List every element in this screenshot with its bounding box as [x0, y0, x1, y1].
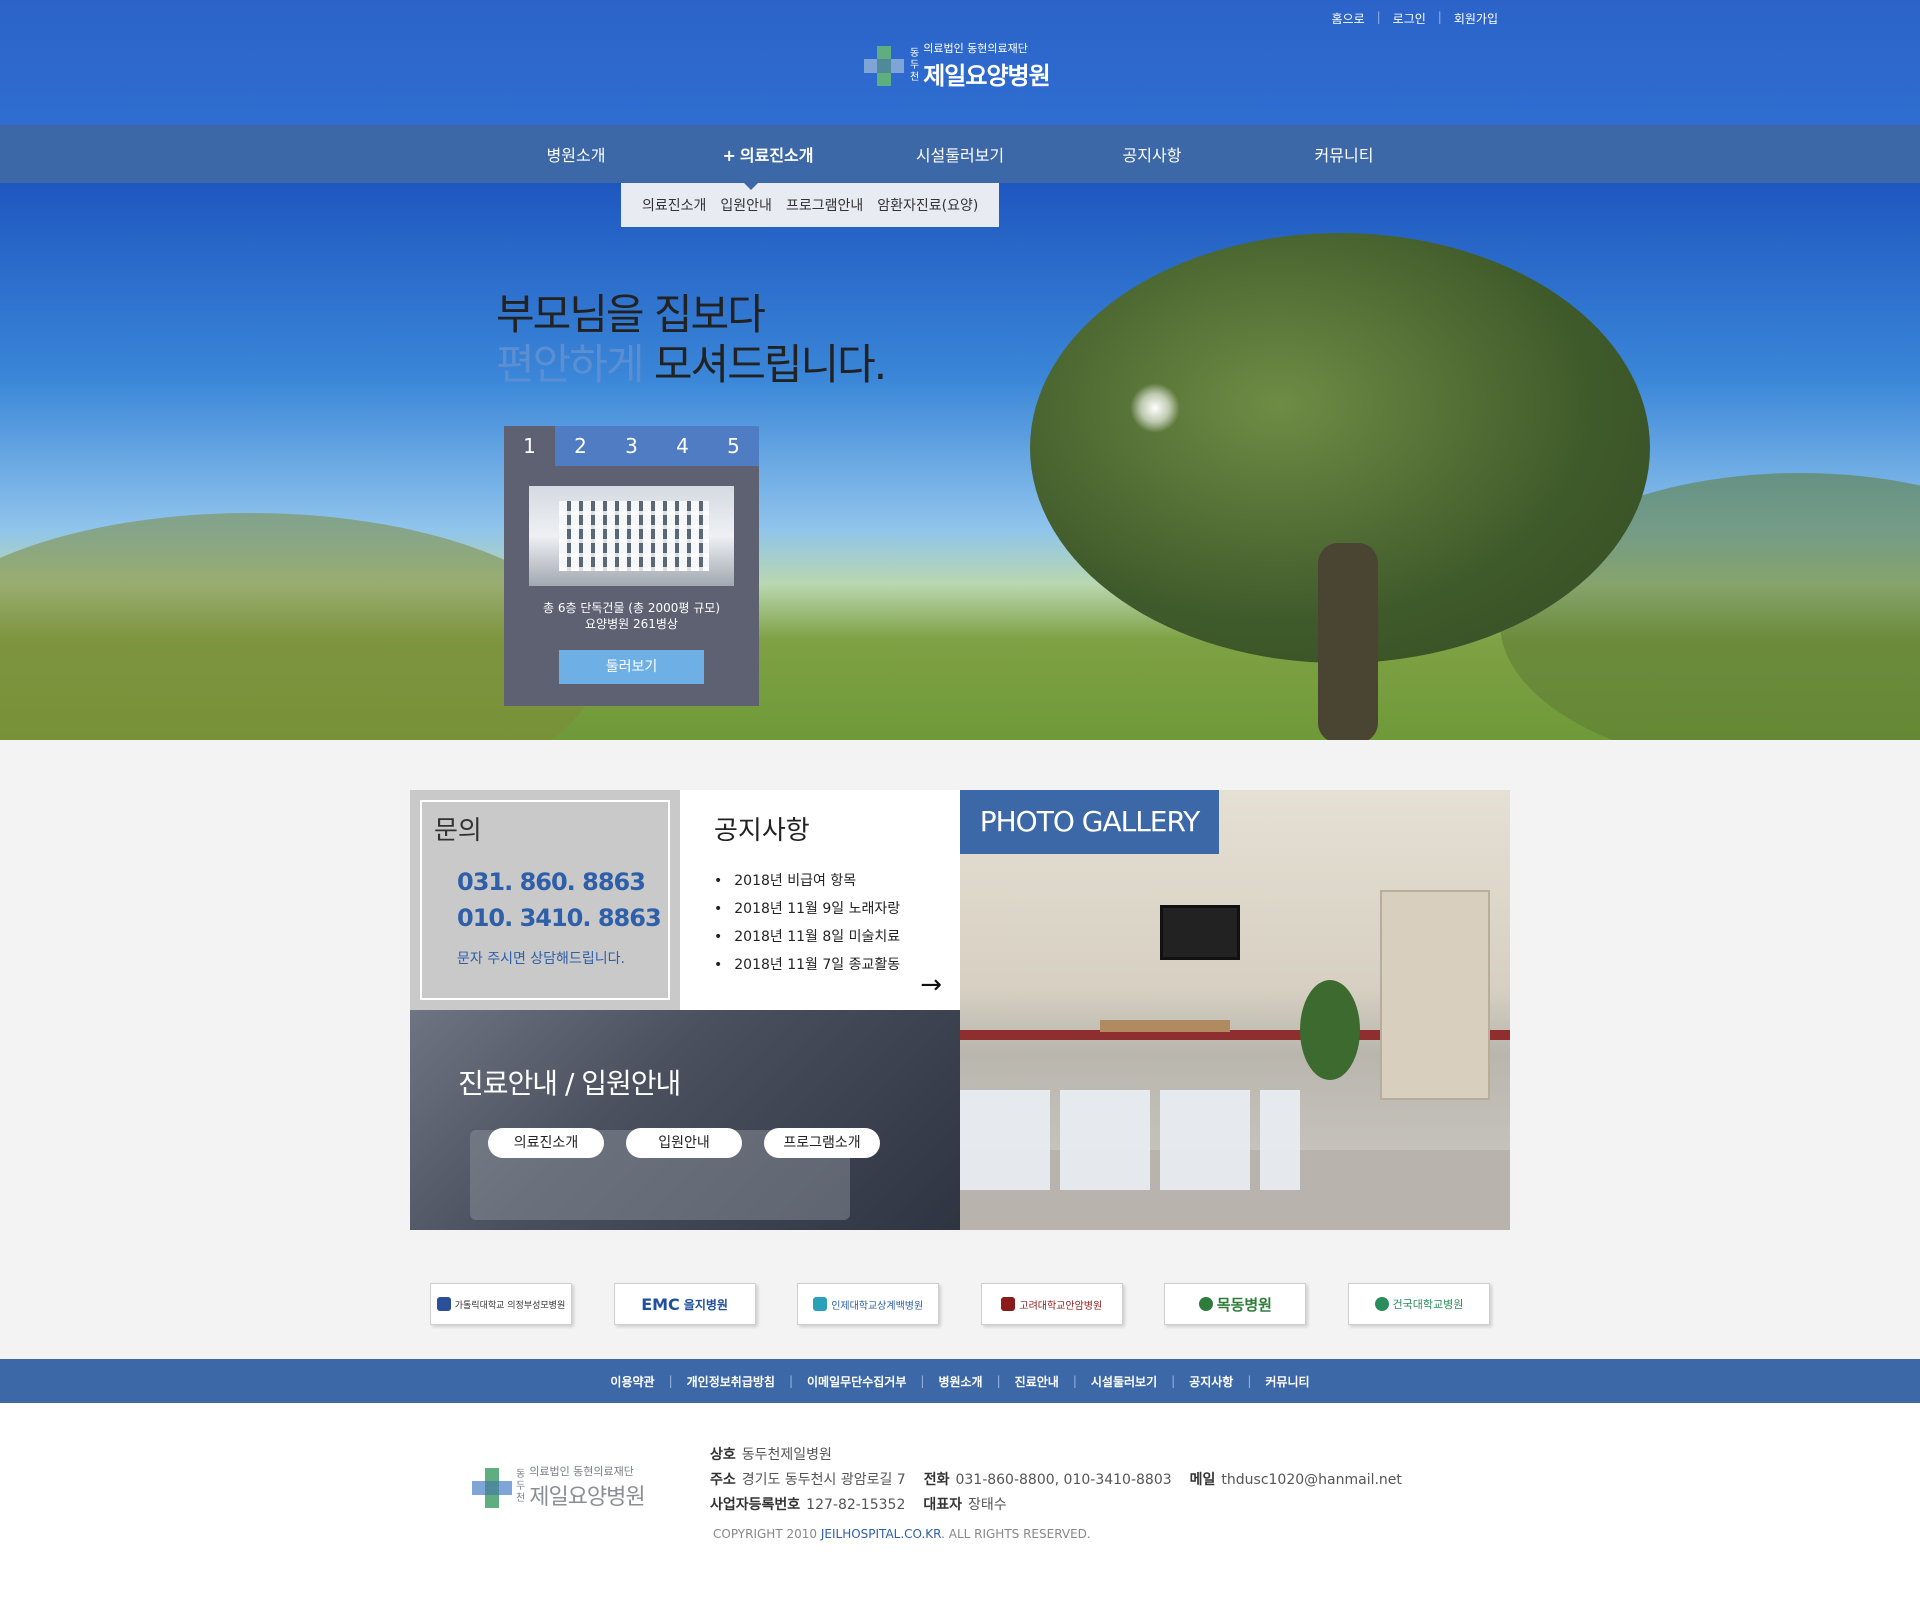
tour-button[interactable]: 둘러보기	[559, 650, 704, 684]
slider-description: 총 6층 단독건물 (총 2000평 규모) 요양병원 261병상	[542, 601, 720, 631]
hospital-logo-icon	[1374, 1297, 1389, 1311]
slider-tab-3[interactable]: 3	[606, 426, 657, 466]
notice-box: 공지사항 2018년 비급여 항목 2018년 11월 9일 노래자랑 2018…	[680, 790, 960, 1010]
notice-item[interactable]: 2018년 11월 9일 노래자랑	[704, 895, 936, 923]
submenu-item-cancer[interactable]: 암환자진료(요양)	[870, 195, 985, 215]
hospital-logo-icon	[436, 1297, 451, 1311]
hero-banner	[0, 183, 1920, 740]
signup-link[interactable]: 회원가입	[1442, 10, 1510, 27]
top-header: 홈으로 | 로그인 | 회원가입 동 두 천 의료법인 동현의료재단 제일요양병…	[0, 0, 1920, 125]
notice-item[interactable]: 2018년 11월 8일 미술치료	[704, 923, 936, 951]
building-photo	[529, 486, 734, 586]
hospital-logo-icon	[1198, 1297, 1213, 1311]
footer-link-about[interactable]: 병원소개	[924, 1373, 996, 1390]
login-link[interactable]: 로그인	[1381, 10, 1438, 27]
facility-slider: 1 2 3 4 5 총 6층 단독건물 (총 2000평 규모) 요양병원 26…	[504, 426, 759, 706]
partner-logos: 가톨릭대학교 의정부성모병원 EMC 을지병원 인제대학교상계백병원 고려대학교안…	[430, 1283, 1490, 1325]
sub-menu: 의료진소개 입원안내 프로그램안내 암환자진료(요양)	[621, 183, 1000, 227]
notice-title: 공지사항	[714, 816, 810, 846]
footer-link-facilities[interactable]: 시설둘러보기	[1077, 1373, 1171, 1390]
partner-mokdong[interactable]: 목동병원	[1164, 1283, 1307, 1325]
footer-logo: 동 두 천 의료법인 동현의료재단 제일요양병원	[472, 1463, 646, 1511]
nav-item-about[interactable]: 병원소개	[481, 142, 671, 166]
slider-tab-2[interactable]: 2	[555, 426, 606, 466]
cross-logo-icon	[864, 45, 904, 86]
submenu-item-admission[interactable]: 입원안내	[713, 195, 779, 215]
logo-vertical-text: 동 두 천	[910, 47, 920, 83]
nav-item-notice[interactable]: 공지사항	[1057, 142, 1247, 166]
nav-item-facilities[interactable]: 시설둘러보기	[865, 142, 1055, 166]
tv-image	[1160, 905, 1240, 960]
submenu-item-doctors[interactable]: 의료진소개	[635, 195, 713, 215]
care-admission-box: 진료안내 / 입원안내 의료진소개 입원안내 프로그램소개	[410, 1010, 960, 1230]
utility-links: 홈으로 | 로그인 | 회원가입	[1319, 10, 1510, 27]
contact-phone-2: 010. 3410. 8863	[457, 904, 662, 932]
plus-icon: +	[722, 146, 736, 165]
arrow-right-icon[interactable]: →	[920, 970, 942, 1000]
gallery-label: PHOTO GALLERY	[960, 790, 1219, 854]
sun-icon	[1130, 383, 1180, 433]
partner-eulji[interactable]: EMC 을지병원	[613, 1283, 756, 1325]
main-nav: 병원소개 + 의료진소개 시설둘러보기 공지사항 커뮤니티	[0, 125, 1920, 183]
footer-link-care[interactable]: 진료안내	[1001, 1373, 1073, 1390]
cross-logo-icon	[472, 1468, 512, 1508]
footer-link-terms[interactable]: 이용약관	[596, 1373, 668, 1390]
home-link[interactable]: 홈으로	[1319, 10, 1376, 27]
copyright: COPYRIGHT 2010 JEILHOSPITAL.CO.KR. ALL R…	[713, 1527, 1091, 1541]
hero-slogan: 부모님을 집보다 편안하게 모셔드립니다.	[496, 290, 887, 389]
program-button[interactable]: 프로그램소개	[764, 1128, 880, 1158]
contact-note: 문자 주시면 상담해드립니다.	[457, 951, 625, 967]
partner-catholic[interactable]: 가톨릭대학교 의정부성모병원	[430, 1283, 572, 1325]
slider-tab-1[interactable]: 1	[504, 426, 555, 466]
hospital-logo-icon	[813, 1297, 828, 1311]
slider-tab-4[interactable]: 4	[657, 426, 708, 466]
notice-list: 2018년 비급여 항목 2018년 11월 9일 노래자랑 2018년 11월…	[704, 867, 936, 979]
partner-inje[interactable]: 인제대학교상계백병원	[797, 1283, 940, 1325]
footer-link-privacy[interactable]: 개인정보취급방침	[673, 1373, 789, 1390]
contact-phone-1: 031. 860. 8863	[457, 868, 646, 896]
admission-button[interactable]: 입원안내	[626, 1128, 742, 1158]
logo-name: 제일요양병원	[923, 62, 1050, 90]
nav-item-doctors[interactable]: + 의료진소개	[673, 142, 863, 166]
footer-link-community[interactable]: 커뮤니티	[1251, 1373, 1323, 1390]
submenu-item-program[interactable]: 프로그램안내	[779, 195, 870, 215]
care-title: 진료안내 / 입원안내	[458, 1067, 681, 1100]
site-logo[interactable]: 동 두 천 의료법인 동현의료재단 제일요양병원	[864, 40, 1051, 91]
footer: 동 두 천 의료법인 동현의료재단 제일요양병원 상호 동두천제일병원 주소 경기도…	[0, 1403, 1920, 1617]
partner-korea[interactable]: 고려대학교안암병원	[980, 1283, 1123, 1325]
footer-nav: 이용약관 | 개인정보취급방침 | 이메일무단수집거부 | 병원소개 | 진료안내 | 시…	[0, 1359, 1920, 1403]
site-link[interactable]: JEILHOSPITAL.CO.KR	[821, 1527, 941, 1541]
hospital-logo-icon	[1001, 1297, 1016, 1311]
notice-item[interactable]: 2018년 11월 7일 종교활동	[704, 951, 936, 979]
logo-subtitle: 의료법인 동현의료재단	[923, 42, 1028, 55]
doctors-button[interactable]: 의료진소개	[488, 1128, 604, 1158]
submenu-pointer-icon	[744, 183, 758, 190]
contact-box: 문의 031. 860. 8863 010. 3410. 8863 문자 주시면…	[410, 790, 680, 1010]
photo-gallery[interactable]: PHOTO GALLERY	[960, 790, 1510, 1230]
footer-link-notice[interactable]: 공지사항	[1175, 1373, 1247, 1390]
plant-image	[1300, 980, 1360, 1080]
footer-info: 상호 동두천제일병원 주소 경기도 동두천시 광암로길 7 전화 031-860-880…	[710, 1447, 1402, 1513]
bench-image	[960, 1090, 1300, 1190]
slider-tabs: 1 2 3 4 5	[504, 426, 759, 466]
partner-konkuk[interactable]: 건국대학교병원	[1347, 1283, 1490, 1325]
footer-link-email[interactable]: 이메일무단수집거부	[793, 1373, 920, 1390]
contact-title: 문의	[434, 816, 482, 846]
slider-tab-5[interactable]: 5	[708, 426, 759, 466]
notice-item[interactable]: 2018년 비급여 항목	[704, 867, 936, 895]
nav-item-community[interactable]: 커뮤니티	[1249, 142, 1439, 166]
